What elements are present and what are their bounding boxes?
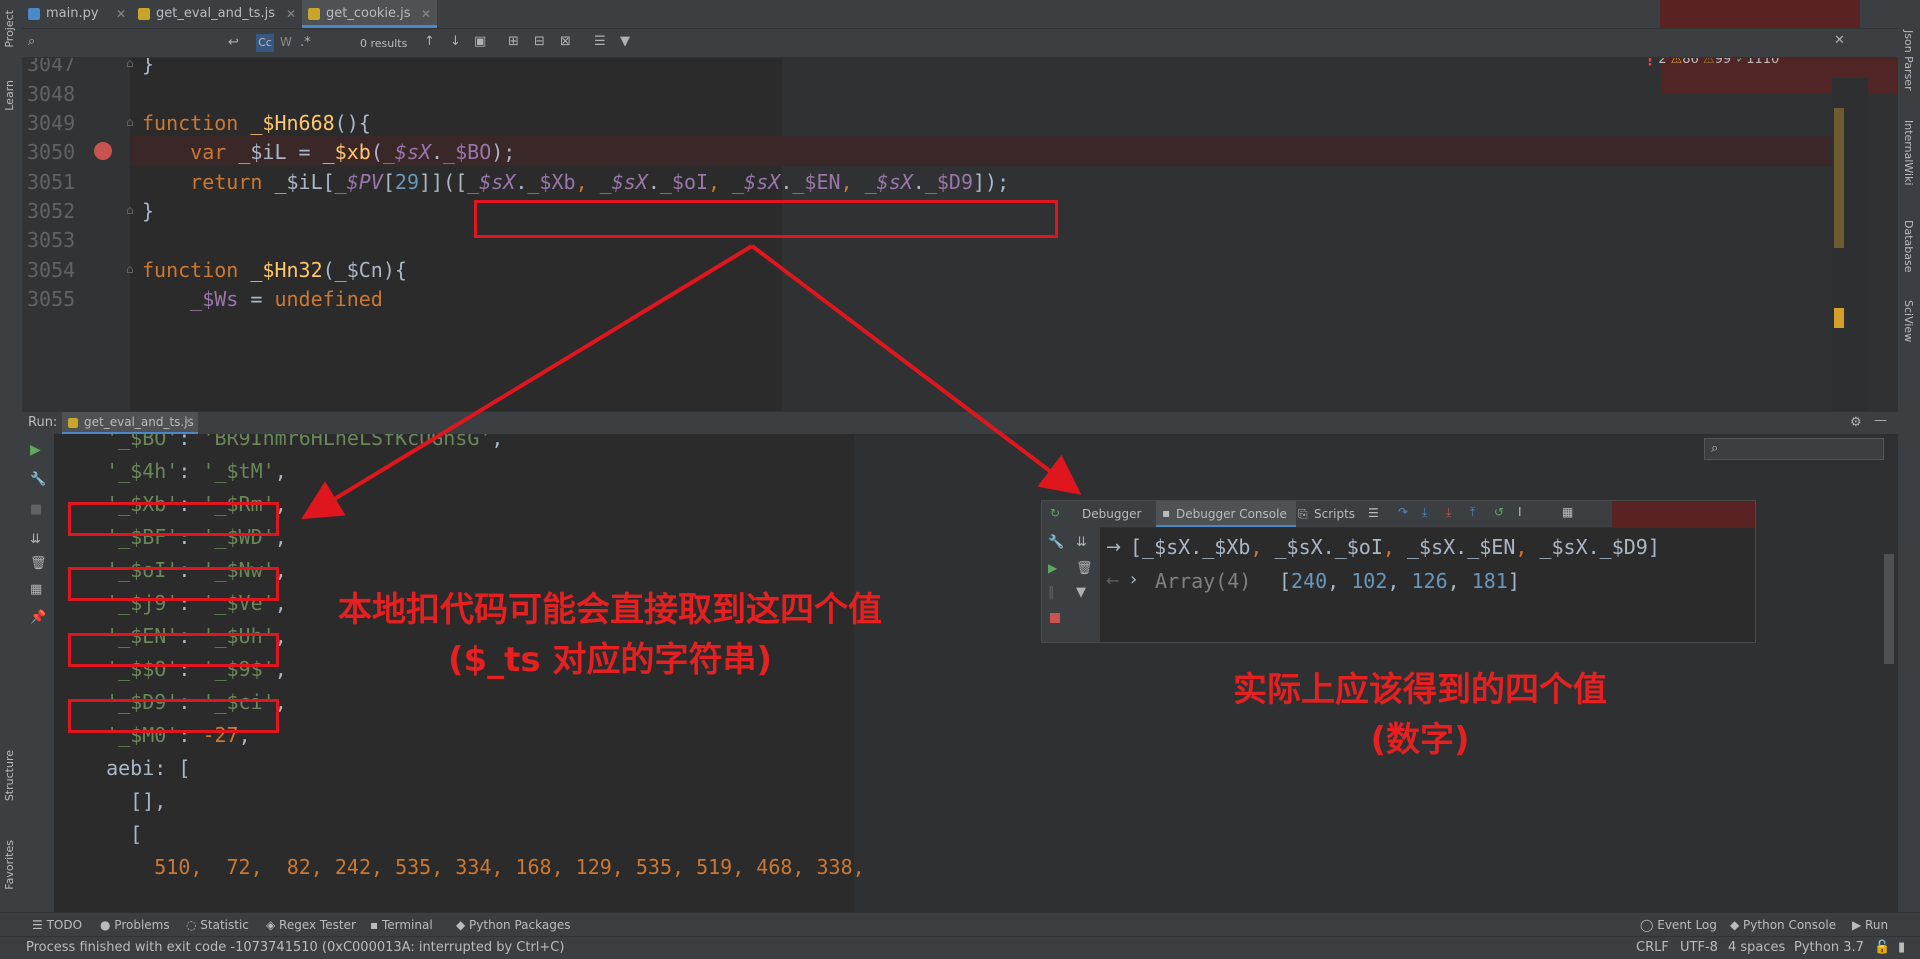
tool-window-run[interactable]: ▶ Run	[1852, 918, 1888, 932]
annotation-local-values: 本地扣代码可能会直接取到这四个值	[338, 590, 882, 630]
lock-icon[interactable]: 🔓	[1874, 940, 1890, 955]
tool-window-python-console[interactable]: ◆ Python Console	[1730, 918, 1836, 932]
tool-window-problems[interactable]: ● Problems	[100, 918, 170, 932]
tool-window-python-packages[interactable]: ◆ Python Packages	[456, 918, 570, 932]
status-bar: Process finished with exit code -1073741…	[0, 936, 1920, 959]
annotation-expected-values-note: (数字)	[1370, 720, 1470, 760]
tool-window-regex-tester[interactable]: ◈ Regex Tester	[266, 918, 356, 932]
python-interpreter[interactable]: Python 3.7	[1794, 940, 1864, 955]
tool-window-event-log[interactable]: ◯ Event Log	[1640, 918, 1717, 932]
memory-indicator-icon[interactable]: ▮	[1898, 940, 1905, 955]
arrow-to-strings	[301, 244, 754, 520]
arrow-to-numbers	[750, 244, 1082, 495]
tool-window-todo[interactable]: ☰ TODO	[32, 918, 82, 932]
line-separator[interactable]: CRLF	[1636, 940, 1669, 955]
annotation-arrows	[301, 244, 1082, 520]
status-message: Process finished with exit code -1073741…	[26, 940, 565, 955]
file-encoding[interactable]: UTF-8	[1680, 940, 1718, 955]
tool-window-statistic[interactable]: ◌ Statistic	[186, 918, 249, 932]
indent-setting[interactable]: 4 spaces	[1728, 940, 1785, 955]
annotation-expected-values: 实际上应该得到的四个值	[1233, 670, 1607, 710]
annotation-local-values-note: ($_ts 对应的字符串)	[447, 640, 773, 680]
tool-window-bar: ☰ TODO ● Problems ◌ Statistic ◈ Regex Te…	[0, 912, 1920, 937]
tool-window-terminal[interactable]: ▪ Terminal	[370, 918, 433, 932]
